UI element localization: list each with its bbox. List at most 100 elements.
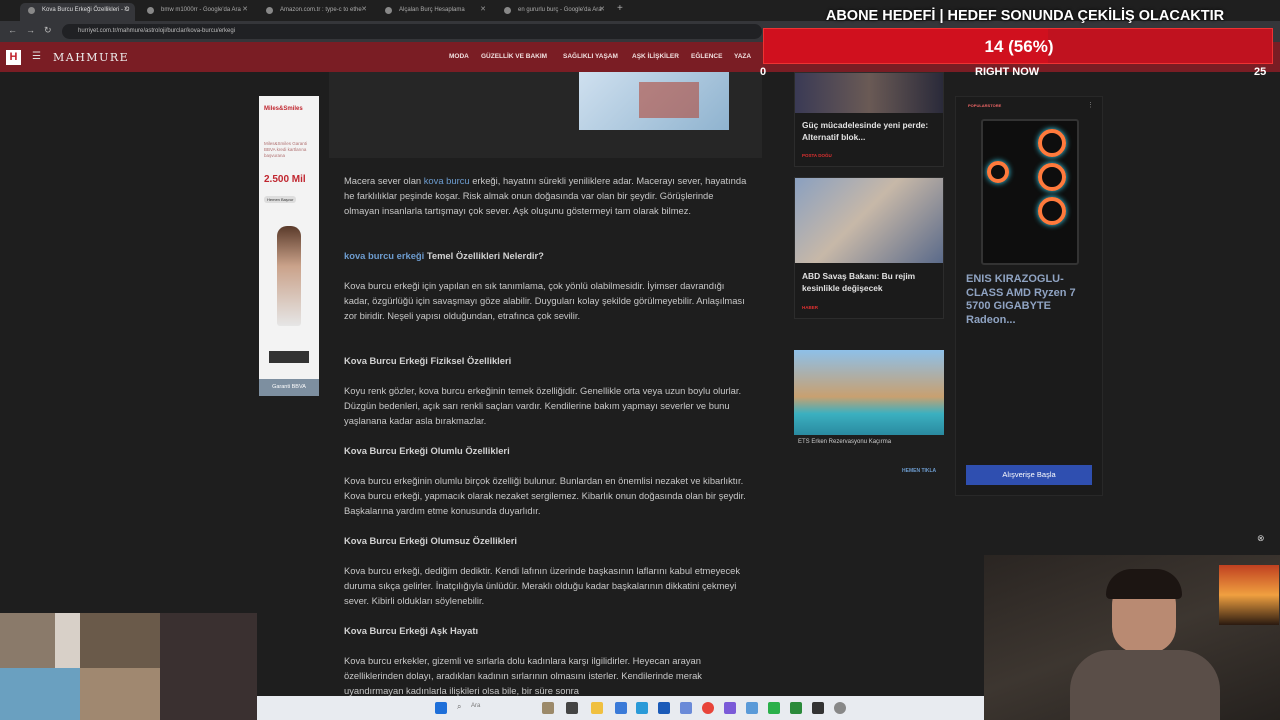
tab-favicon-icon — [28, 7, 35, 14]
section-heading-olumsuz: Kova Burcu Erkeği Olumsuz Özellikleri — [344, 535, 517, 546]
sponsored-image — [794, 350, 944, 435]
taskbar-search[interactable]: Ara — [471, 703, 480, 709]
kova-burcu-link[interactable]: kova burcu — [424, 175, 470, 186]
mail-icon[interactable] — [658, 702, 670, 714]
tab-amazon[interactable]: Amazon.com.tr : type-c to ethe ✕ — [258, 3, 373, 21]
pc-case-image — [981, 119, 1079, 265]
app-icon[interactable] — [680, 702, 692, 714]
news-card-title[interactable]: ABD Savaş Bakanı: Bu rejim kesinlikle de… — [802, 270, 940, 294]
nav-yazarlar[interactable]: YAZA — [734, 53, 751, 60]
sponsored-title[interactable]: ETS Erken Rezervasyonu Kaçırma — [798, 439, 891, 445]
settings-icon[interactable] — [834, 702, 846, 714]
new-tab-button[interactable]: + — [617, 3, 623, 14]
paragraph-fiziksel: Koyu renk gözler, kova burcu erkeğinin t… — [344, 385, 742, 426]
google-icon — [147, 7, 154, 14]
site-favicon-icon — [385, 7, 392, 14]
menu-icon[interactable]: ☰ — [32, 51, 41, 62]
ad-text: Miles&Smiles Garanti BBVA kredi kartları… — [264, 141, 308, 158]
close-ad-icon[interactable]: ⊗ — [1257, 533, 1265, 544]
app-icon[interactable] — [724, 702, 736, 714]
edge-icon[interactable] — [636, 702, 648, 714]
tab-alcalan-burc[interactable]: Alçalan Burç Hesaplama ✕ — [377, 3, 492, 21]
news-card-image — [795, 178, 943, 263]
section-heading-olumlu: Kova Burcu Erkeği Olumlu Özellikleri — [344, 445, 510, 456]
streamer-headphones — [1106, 569, 1182, 599]
goal-max: 25 — [1254, 66, 1267, 78]
windows-start-icon[interactable] — [435, 702, 447, 714]
collage-thumb — [160, 613, 257, 720]
collage-thumb — [80, 668, 160, 720]
product-title[interactable]: ENIS KIRAZOGLU-CLASS AMD Ryzen 7 5700 GI… — [966, 273, 1096, 327]
url-field[interactable]: hurriyet.com.tr/mahmure/astroloji/burcla… — [62, 24, 762, 39]
section-heading-temel: kova burcu erkeği Temel Özellikleri Nele… — [344, 250, 544, 261]
tab-label: Kova Burcu Erkeği Özellikleri - O — [42, 7, 130, 13]
brand-name[interactable]: MAHMURE — [53, 51, 129, 64]
nav-ask-iliskiler[interactable]: AŞK İLİŞKİLER — [632, 53, 679, 60]
top-ad-image[interactable] — [579, 72, 729, 130]
nav-guzellik[interactable]: GÜZELLİK VE BAKIM — [481, 53, 547, 60]
search-icon[interactable]: ⌕ — [457, 702, 461, 712]
chrome-icon[interactable] — [702, 702, 714, 714]
shop-button[interactable]: Alışverişe Başla — [966, 465, 1092, 485]
collage-thumb — [80, 613, 160, 668]
close-tab-icon[interactable]: ✕ — [599, 3, 605, 17]
close-tab-icon[interactable]: ✕ — [242, 3, 248, 17]
paragraph-olumlu: Kova burcu erkeğinin olumlu birçok özell… — [344, 475, 746, 516]
google-icon — [504, 7, 511, 14]
subscriber-goal-overlay: ABONE HEDEFİ | HEDEF SONUNDA ÇEKİLİŞ OLA… — [760, 5, 1280, 85]
close-tab-icon[interactable]: ✕ — [123, 3, 129, 17]
app-icon[interactable] — [746, 702, 758, 714]
hurriyet-logo[interactable]: H — [6, 50, 21, 65]
hemen-tikla-link[interactable]: HEMEN TIKLA — [902, 468, 936, 474]
forward-arrow-icon[interactable]: → — [26, 25, 35, 35]
close-tab-icon[interactable]: ✕ — [480, 3, 486, 17]
intro-paragraph: Macera sever olan kova burcu erkeği, hay… — [344, 175, 747, 216]
ad-graphic — [639, 82, 699, 118]
reload-icon[interactable]: ↻ — [44, 25, 52, 36]
ad-person-image — [277, 226, 301, 326]
paragraph-temel: Kova burcu erkeği için yapılan en sık ta… — [344, 280, 745, 321]
collage-thumb — [0, 613, 55, 668]
streamer-webcam — [984, 555, 1280, 720]
news-card-source: HABER — [802, 305, 819, 310]
fan-light — [1038, 197, 1066, 225]
fan-light — [1038, 129, 1066, 157]
more-options-icon[interactable]: ⋮ — [1087, 101, 1094, 109]
task-view-icon[interactable] — [566, 702, 578, 714]
collage-thumb — [0, 668, 80, 720]
widgets-icon[interactable] — [542, 702, 554, 714]
ad-cta-button[interactable]: Hemen Başvur — [264, 196, 297, 203]
news-card[interactable]: ABD Savaş Bakanı: Bu rejim kesinlikle de… — [794, 177, 944, 319]
background-light — [1219, 565, 1279, 625]
fan-light — [987, 161, 1009, 183]
kova-burcu-erkegi-link[interactable]: kova burcu erkeği — [344, 250, 424, 261]
file-explorer-icon[interactable] — [591, 702, 603, 714]
left-banner-ad[interactable]: Miles&Smiles Miles&Smiles Garanti BBVA k… — [259, 96, 319, 396]
close-tab-icon[interactable]: ✕ — [361, 3, 367, 17]
tab-gururlu-burc[interactable]: en gururlu burç - Google'da Ara ✕ — [496, 3, 611, 21]
nav-moda[interactable]: MODA — [449, 53, 469, 60]
tab-kova-burcu[interactable]: Kova Burcu Erkeği Özellikleri - O ✕ — [20, 3, 135, 21]
news-card[interactable]: Güç mücadelesinde yeni perde: Alternatif… — [794, 72, 944, 167]
back-arrow-icon[interactable]: ← — [8, 25, 17, 35]
paragraph-olumsuz: Kova burcu erkeği, dediğim dediktir. Ken… — [344, 565, 741, 606]
nvidia-icon[interactable] — [790, 702, 802, 714]
collage-thumb — [55, 613, 80, 668]
nav-saglikli-yasam[interactable]: SAĞLIKLI YAŞAM — [563, 53, 618, 60]
ad-product-image — [269, 351, 309, 363]
store-logo: POPULARSTORE — [968, 103, 1002, 108]
news-card-title[interactable]: Güç mücadelesinde yeni perde: Alternatif… — [802, 119, 940, 143]
clip-collage — [0, 613, 257, 720]
goal-count: 14 (56%) — [984, 37, 1054, 56]
nav-eglence[interactable]: EĞLENCE — [691, 53, 722, 60]
paragraph-ask: Kova burcu erkekler, gizemli ve sırlarla… — [344, 655, 702, 696]
obs-icon[interactable] — [812, 702, 824, 714]
tab-label: bmw m1000rr - Google'da Ara — [161, 7, 241, 13]
tab-bmw-search[interactable]: bmw m1000rr - Google'da Ara ✕ — [139, 3, 254, 21]
product-ad[interactable]: POPULARSTORE ⋮ ENIS KIRAZOGLU-CLASS AMD … — [955, 96, 1103, 496]
sponsored-card[interactable]: ETS Erken Rezervasyonu Kaçırma HEMEN TIK… — [794, 350, 944, 482]
tab-label: en gururlu burç - Google'da Ara — [518, 7, 602, 13]
ad-brand: Miles&Smiles — [264, 106, 303, 112]
store-icon[interactable] — [615, 702, 627, 714]
app-icon[interactable] — [768, 702, 780, 714]
